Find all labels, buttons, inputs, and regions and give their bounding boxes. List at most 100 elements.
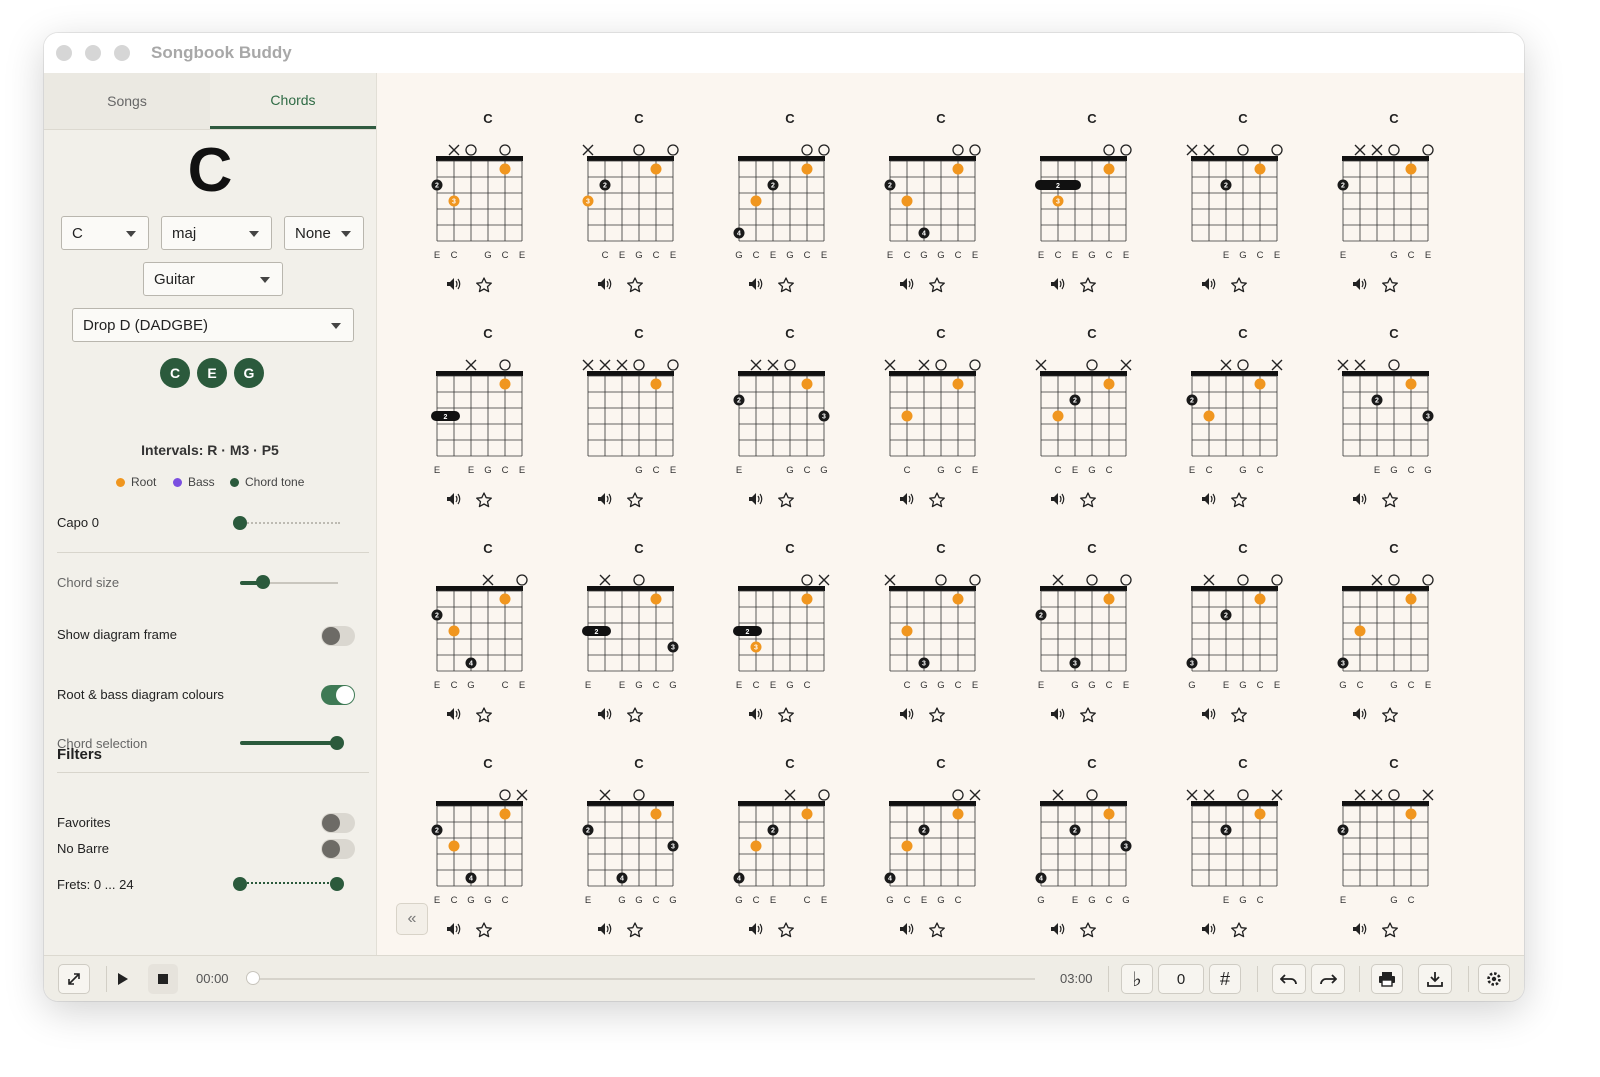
- star-icon[interactable]: [778, 922, 794, 938]
- seek-track[interactable]: [253, 978, 1035, 980]
- seek-knob[interactable]: [246, 971, 260, 985]
- star-icon[interactable]: [778, 492, 794, 508]
- speaker-icon[interactable]: [447, 278, 461, 290]
- speaker-icon[interactable]: [749, 493, 763, 505]
- stop-button[interactable]: [148, 964, 178, 994]
- chord-card[interactable]: C243GEGCG: [998, 746, 1148, 956]
- chord-card[interactable]: C23CEGCE: [545, 101, 695, 311]
- speaker-icon[interactable]: [1051, 708, 1065, 720]
- speaker-icon[interactable]: [598, 278, 612, 290]
- chord-card[interactable]: C2EGCE: [1300, 101, 1450, 311]
- chord-card[interactable]: C23ECEGC: [696, 531, 846, 741]
- chord-card[interactable]: C23ECEGCE: [998, 101, 1148, 311]
- collapse-sidebar-button[interactable]: «: [396, 903, 428, 935]
- frets-max-knob[interactable]: [330, 877, 344, 891]
- star-icon[interactable]: [476, 277, 492, 293]
- star-icon[interactable]: [627, 707, 643, 723]
- speaker-icon[interactable]: [447, 493, 461, 505]
- chord-card[interactable]: C24ECGCE: [394, 531, 544, 741]
- star-icon[interactable]: [929, 277, 945, 293]
- close-window-button[interactable]: [56, 45, 72, 61]
- star-icon[interactable]: [1231, 707, 1247, 723]
- star-icon[interactable]: [929, 922, 945, 938]
- capo-slider-knob[interactable]: [233, 516, 247, 530]
- settings-button[interactable]: [1478, 964, 1510, 994]
- chord-card[interactable]: CCGCE: [847, 316, 997, 526]
- transpose-flat-button[interactable]: ♭: [1121, 964, 1153, 994]
- speaker-icon[interactable]: [749, 923, 763, 935]
- print-button[interactable]: [1371, 964, 1403, 994]
- star-icon[interactable]: [1382, 707, 1398, 723]
- tuning-select[interactable]: Drop D (DADGBE): [72, 308, 354, 342]
- speaker-icon[interactable]: [1051, 923, 1065, 935]
- speaker-icon[interactable]: [1051, 493, 1065, 505]
- speaker-icon[interactable]: [900, 708, 914, 720]
- star-icon[interactable]: [627, 922, 643, 938]
- chord-card[interactable]: C24GCEGCE: [696, 101, 846, 311]
- chord-selection-knob[interactable]: [330, 736, 344, 750]
- star-icon[interactable]: [476, 922, 492, 938]
- root-select[interactable]: C: [61, 216, 149, 250]
- star-icon[interactable]: [1080, 922, 1096, 938]
- chord-card[interactable]: C23ECGCE: [394, 101, 544, 311]
- speaker-icon[interactable]: [1353, 708, 1367, 720]
- chord-card[interactable]: C24ECGGCE: [847, 101, 997, 311]
- instrument-select[interactable]: Guitar: [143, 262, 283, 296]
- minimize-window-button[interactable]: [85, 45, 101, 61]
- star-icon[interactable]: [627, 492, 643, 508]
- chord-card[interactable]: C2CEGC: [998, 316, 1148, 526]
- speaker-icon[interactable]: [1202, 708, 1216, 720]
- speaker-icon[interactable]: [1202, 493, 1216, 505]
- speaker-icon[interactable]: [1353, 923, 1367, 935]
- star-icon[interactable]: [1382, 492, 1398, 508]
- speaker-icon[interactable]: [1051, 278, 1065, 290]
- chord-card[interactable]: CGCE: [545, 316, 695, 526]
- bass-select[interactable]: None: [284, 216, 364, 250]
- speaker-icon[interactable]: [1202, 923, 1216, 935]
- favorites-toggle[interactable]: [321, 813, 355, 833]
- chord-card[interactable]: C23GEGCE: [1149, 531, 1299, 741]
- speaker-icon[interactable]: [447, 923, 461, 935]
- star-icon[interactable]: [627, 277, 643, 293]
- tab-songs[interactable]: Songs: [44, 73, 211, 129]
- chord-card[interactable]: C3GCGCE: [1300, 531, 1450, 741]
- star-icon[interactable]: [476, 707, 492, 723]
- undo-button[interactable]: [1272, 964, 1306, 994]
- star-icon[interactable]: [778, 707, 794, 723]
- speaker-icon[interactable]: [900, 278, 914, 290]
- transpose-sharp-button[interactable]: #: [1209, 964, 1241, 994]
- star-icon[interactable]: [1231, 922, 1247, 938]
- speaker-icon[interactable]: [598, 493, 612, 505]
- speaker-icon[interactable]: [1353, 493, 1367, 505]
- speaker-icon[interactable]: [598, 708, 612, 720]
- colours-toggle[interactable]: [321, 685, 355, 705]
- redo-button[interactable]: [1311, 964, 1345, 994]
- chord-card[interactable]: C2EGC: [1149, 746, 1299, 956]
- chord-card[interactable]: C2EGCE: [1149, 101, 1299, 311]
- speaker-icon[interactable]: [1353, 278, 1367, 290]
- chord-card[interactable]: C2EGC: [1300, 746, 1450, 956]
- speaker-icon[interactable]: [598, 923, 612, 935]
- chord-card[interactable]: C2ECGC: [1149, 316, 1299, 526]
- speaker-icon[interactable]: [447, 708, 461, 720]
- chord-card[interactable]: C24GCECE: [696, 746, 846, 956]
- star-icon[interactable]: [1382, 277, 1398, 293]
- chord-size-knob[interactable]: [256, 575, 270, 589]
- chord-card[interactable]: C23EGCG: [696, 316, 846, 526]
- show-frame-toggle[interactable]: [321, 626, 355, 646]
- chord-card[interactable]: C24GCEGC: [847, 746, 997, 956]
- chord-card[interactable]: C23EGGCE: [998, 531, 1148, 741]
- chord-card[interactable]: C243EGGCG: [545, 746, 695, 956]
- star-icon[interactable]: [778, 277, 794, 293]
- tab-chords[interactable]: Chords: [210, 73, 376, 129]
- star-icon[interactable]: [1382, 922, 1398, 938]
- zoom-window-button[interactable]: [114, 45, 130, 61]
- star-icon[interactable]: [929, 707, 945, 723]
- no-barre-toggle[interactable]: [321, 839, 355, 859]
- speaker-icon[interactable]: [749, 278, 763, 290]
- chord-card[interactable]: C2EEGCE: [394, 316, 544, 526]
- star-icon[interactable]: [929, 492, 945, 508]
- chord-card[interactable]: C23EGCG: [1300, 316, 1450, 526]
- chord-card[interactable]: C23EEGCG: [545, 531, 695, 741]
- expand-button[interactable]: [58, 964, 90, 994]
